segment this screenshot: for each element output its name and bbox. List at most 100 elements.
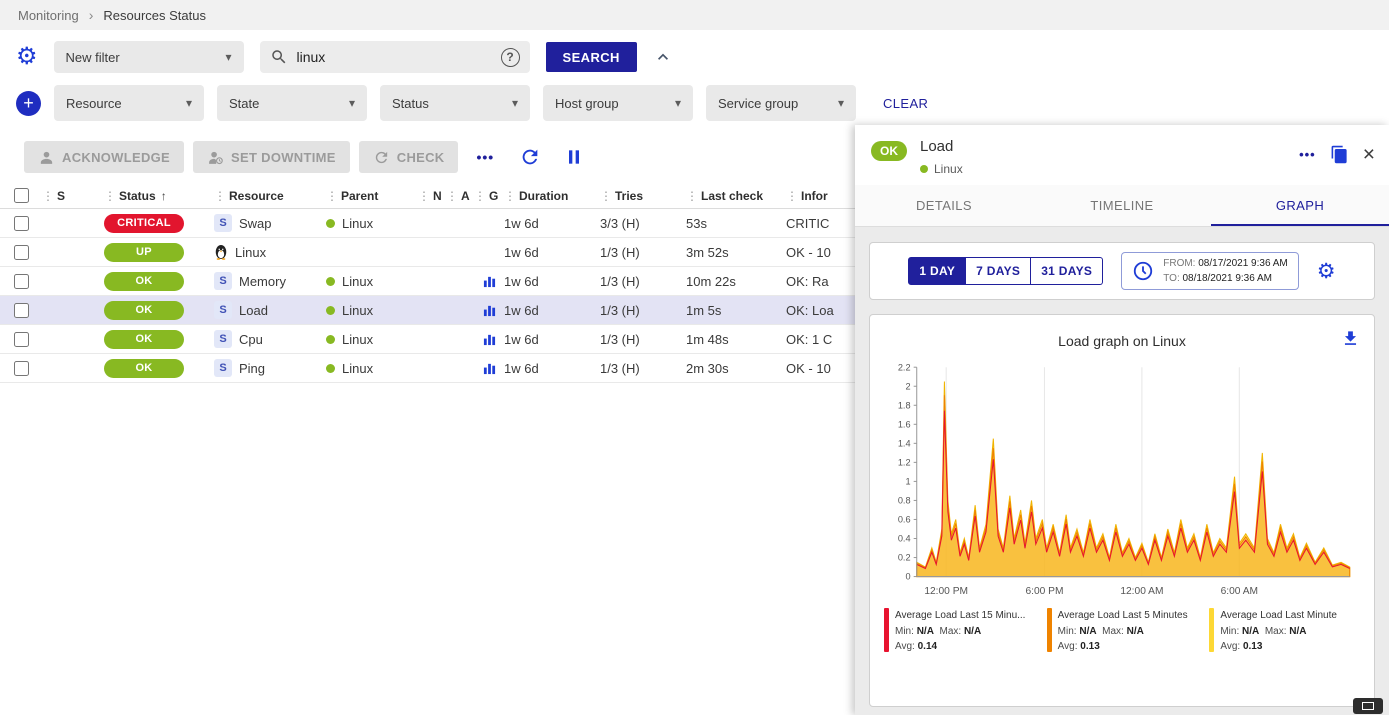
set-downtime-button[interactable]: SET DOWNTIME <box>193 141 350 173</box>
column-header-information[interactable]: ⋮Infor <box>786 189 856 203</box>
column-header-tries[interactable]: ⋮Tries <box>600 189 686 203</box>
criteria-label: State <box>229 96 259 111</box>
overlay-widget[interactable] <box>1353 698 1383 714</box>
more-actions-button[interactable]: ••• <box>467 149 503 165</box>
to-label: TO: <box>1163 273 1179 284</box>
search-button[interactable]: SEARCH <box>546 42 637 72</box>
tab-graph[interactable]: GRAPH <box>1211 185 1389 226</box>
duration-value: 1w 6d <box>504 274 600 289</box>
graph-card: Load graph on Linux 12:00 PM6:00 PM12:00… <box>869 314 1375 707</box>
panel-more-button[interactable]: ••• <box>1299 147 1316 162</box>
table-row[interactable]: UP Linux 1w 6d 1/3 (H) 3m 52s OK - 10 <box>0 238 856 267</box>
load-graph-chart[interactable]: 12:00 PM6:00 PM12:00 AM6:00 AM00.20.40.6… <box>882 357 1362 604</box>
column-header-duration[interactable]: ⋮Duration <box>504 189 600 203</box>
status-badge: OK <box>104 330 184 349</box>
acknowledge-button[interactable]: ACKNOWLEDGE <box>24 141 184 173</box>
search-input[interactable] <box>297 49 492 65</box>
pause-refresh-button[interactable] <box>557 147 591 167</box>
drag-handle-icon: ⋮ <box>474 189 486 203</box>
column-header-status[interactable]: ⋮Status↑ <box>104 189 214 203</box>
row-checkbox[interactable] <box>14 361 29 376</box>
chevron-down-icon: ▾ <box>225 50 231 64</box>
table-row[interactable]: OK SMemory Linux 1w 6d 1/3 (H) 10m 22s O… <box>0 267 856 296</box>
filter-settings-gear-icon[interactable]: ⚙ <box>16 45 38 69</box>
breadcrumb-item-monitoring[interactable]: Monitoring <box>18 8 79 23</box>
table-row-selected[interactable]: OK SLoad Linux 1w 6d 1/3 (H) 1m 5s OK: L… <box>0 296 856 325</box>
person-icon <box>38 149 55 166</box>
drag-handle-icon: ⋮ <box>504 189 516 203</box>
criteria-select-resource[interactable]: Resource ▾ <box>54 85 204 121</box>
tries-value: 1/3 (H) <box>600 303 686 318</box>
svg-text:2.2: 2.2 <box>898 362 911 372</box>
custom-time-period[interactable]: FROM: 08/17/2021 9:36 AM TO: 08/18/2021 … <box>1121 252 1299 290</box>
refresh-button[interactable] <box>512 146 548 168</box>
check-button[interactable]: CHECK <box>359 141 459 173</box>
chevron-down-icon: ▾ <box>512 96 518 110</box>
row-checkbox[interactable] <box>14 274 29 289</box>
breadcrumb-item-resources-status[interactable]: Resources Status <box>103 8 206 23</box>
range-1-day-button[interactable]: 1 DAY <box>908 257 966 285</box>
range-31-days-button[interactable]: 31 DAYS <box>1031 257 1103 285</box>
table-row[interactable]: CRITICAL SSwap Linux 1w 6d 3/3 (H) 53s C… <box>0 209 856 238</box>
from-value: 08/17/2021 9:36 AM <box>1198 258 1288 269</box>
select-all-checkbox[interactable] <box>14 188 29 203</box>
row-checkbox[interactable] <box>14 332 29 347</box>
tab-details[interactable]: DETAILS <box>855 185 1033 226</box>
graph-icon[interactable] <box>474 333 504 346</box>
search-box[interactable]: ? <box>260 41 530 73</box>
criteria-select-state[interactable]: State ▾ <box>217 85 367 121</box>
filter-section: ⚙ New filter ▾ ? SEARCH + Resource ▾ Sta… <box>0 30 1389 131</box>
column-header-notes[interactable]: ⋮N <box>418 189 446 203</box>
clear-filters-button[interactable]: CLEAR <box>883 96 928 111</box>
to-value: 08/18/2021 9:36 AM <box>1183 273 1273 284</box>
legend-item-load1[interactable]: Average Load Last Minute Min: N/A Max: N… <box>1209 608 1360 655</box>
resource-details-panel: OK Load Linux ••• × DETAILS TIMELINE GRA… <box>855 125 1389 715</box>
tab-timeline[interactable]: TIMELINE <box>1033 185 1211 226</box>
legend-item-load15[interactable]: Average Load Last 15 Minu... Min: N/A Ma… <box>884 608 1035 655</box>
table-row[interactable]: OK SPing Linux 1w 6d 1/3 (H) 2m 30s OK -… <box>0 354 856 383</box>
time-range-button-group: 1 DAY 7 DAYS 31 DAYS <box>908 257 1103 285</box>
search-help-icon[interactable]: ? <box>501 48 520 67</box>
panel-header: OK Load Linux ••• × <box>855 125 1389 185</box>
column-header-action[interactable]: ⋮A <box>446 189 474 203</box>
legend-item-load5[interactable]: Average Load Last 5 Minutes Min: N/A Max… <box>1047 608 1198 655</box>
drag-handle-icon: ⋮ <box>446 189 458 203</box>
parent-name: Linux <box>342 332 373 347</box>
status-badge: OK <box>104 359 184 378</box>
export-graph-icon[interactable] <box>1341 329 1360 351</box>
column-header-severity[interactable]: ⋮S <box>42 189 104 203</box>
legend-swatch <box>1047 608 1052 652</box>
saved-filter-select[interactable]: New filter ▾ <box>54 41 244 73</box>
drag-handle-icon: ⋮ <box>104 189 116 203</box>
search-icon <box>270 48 288 66</box>
chevron-right-icon: › <box>89 7 94 23</box>
range-7-days-button[interactable]: 7 DAYS <box>966 257 1031 285</box>
criteria-select-status[interactable]: Status ▾ <box>380 85 530 121</box>
column-header-resource[interactable]: ⋮Resource <box>214 189 326 203</box>
drag-handle-icon: ⋮ <box>600 189 612 203</box>
saved-filter-value: New filter <box>66 50 120 65</box>
column-header-graph[interactable]: ⋮G <box>474 189 504 203</box>
svg-text:2: 2 <box>905 381 910 391</box>
column-header-last-check[interactable]: ⋮Last check <box>686 189 786 203</box>
panel-subtitle: Linux <box>934 162 963 176</box>
graph-icon[interactable] <box>474 304 504 317</box>
copy-link-icon[interactable] <box>1330 145 1349 164</box>
collapse-filters-chevron-icon[interactable] <box>653 47 673 67</box>
row-checkbox[interactable] <box>14 216 29 231</box>
graph-icon[interactable] <box>474 275 504 288</box>
graph-settings-gear-icon[interactable]: ⚙ <box>1317 261 1336 282</box>
criteria-select-service-group[interactable]: Service group ▾ <box>706 85 856 121</box>
row-checkbox[interactable] <box>14 245 29 260</box>
close-panel-button[interactable]: × <box>1363 144 1375 165</box>
graph-icon[interactable] <box>474 362 504 375</box>
column-header-parent[interactable]: ⋮Parent <box>326 189 418 203</box>
table-row[interactable]: OK SCpu Linux 1w 6d 1/3 (H) 1m 48s OK: 1… <box>0 325 856 354</box>
criteria-select-host-group[interactable]: Host group ▾ <box>543 85 693 121</box>
service-icon: S <box>214 214 232 232</box>
add-criteria-button[interactable]: + <box>16 91 41 116</box>
svg-text:1.2: 1.2 <box>898 457 911 467</box>
svg-text:1.6: 1.6 <box>898 419 911 429</box>
tries-value: 1/3 (H) <box>600 361 686 376</box>
row-checkbox[interactable] <box>14 303 29 318</box>
